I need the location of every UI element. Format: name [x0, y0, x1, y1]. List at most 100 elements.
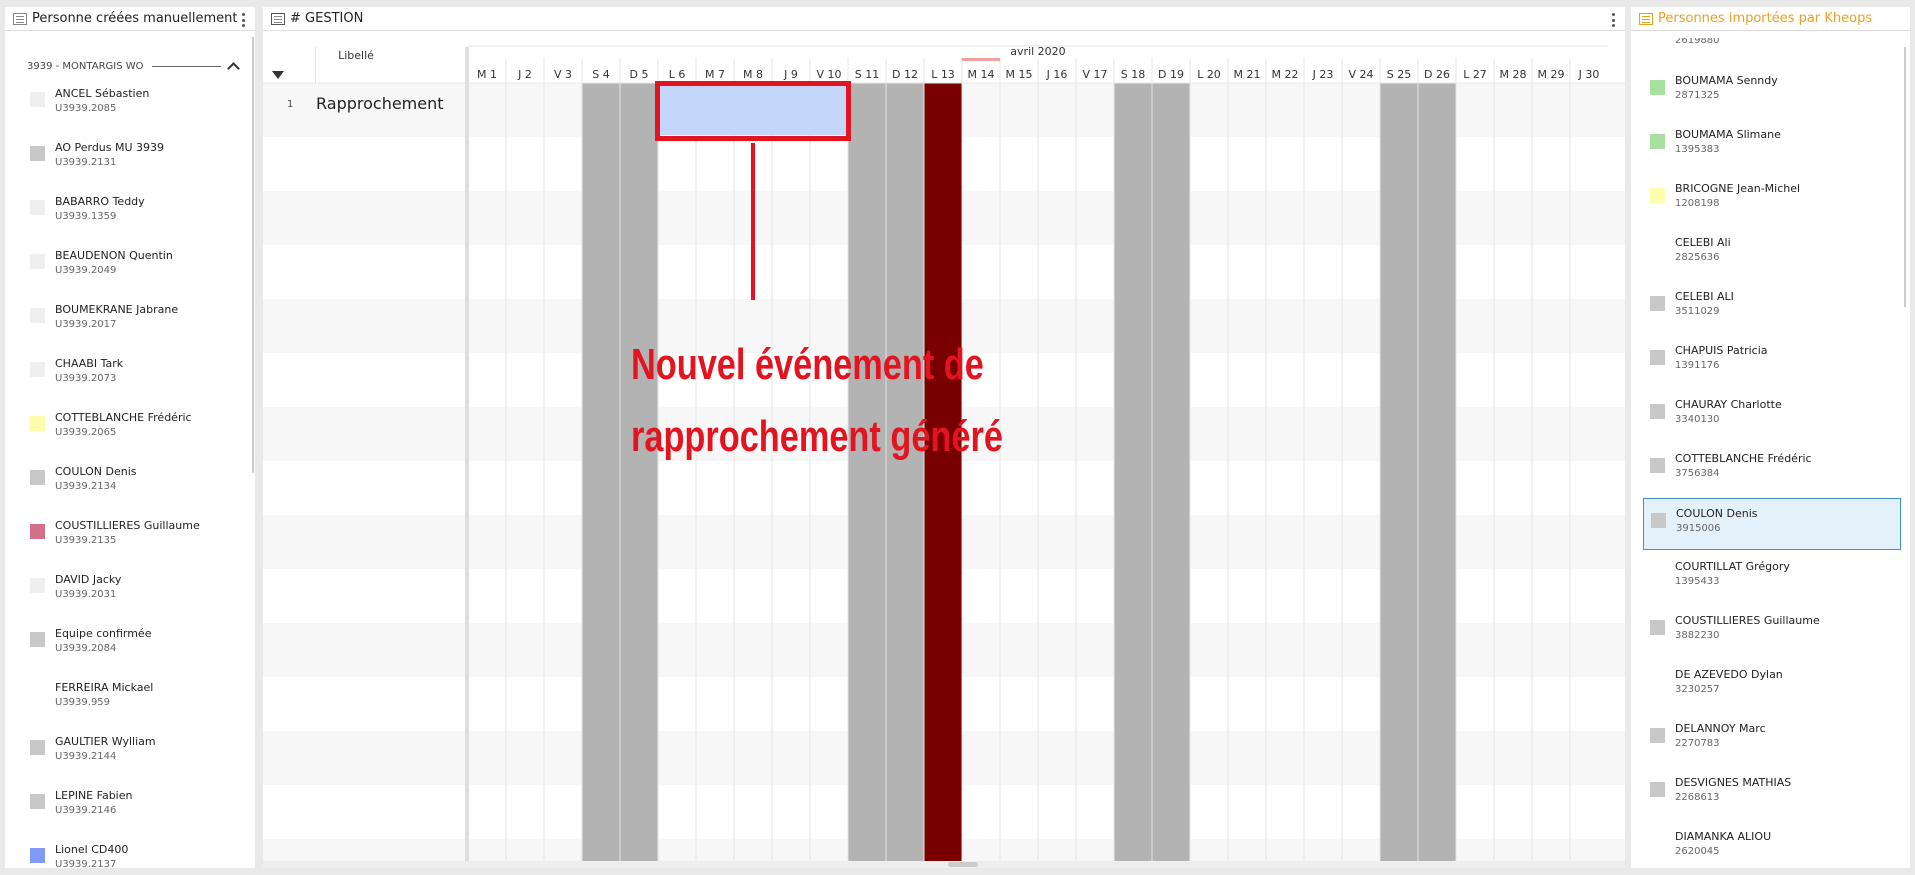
list-item[interactable]: COURTILLAT Grégory 1395433 [1643, 552, 1901, 604]
color-swatch [30, 794, 45, 809]
group-header[interactable]: 3939 - MONTARGIS WO [27, 59, 242, 75]
list-item[interactable]: FERREIRA Mickael U3939.959 [25, 675, 245, 715]
color-swatch [30, 200, 45, 215]
weekend-column [620, 83, 658, 868]
person-name: GAULTIER Wylliam [55, 735, 156, 748]
libelle-column-header[interactable]: Libellé [316, 49, 396, 62]
list-item[interactable]: COUSTILLIERES Guillaume U3939.2135 [25, 513, 245, 553]
person-name: BOUMAMA Senndy [1675, 74, 1778, 87]
color-swatch [30, 416, 45, 431]
list-item[interactable]: DESVIGNES MATHIAS 2268613 [1643, 768, 1901, 820]
row-label-rapprochement[interactable]: Rapprochement [316, 94, 444, 113]
person-name: COUSTILLIERES Guillaume [1675, 614, 1820, 627]
annotation-line-2: rapprochement généré [631, 412, 1003, 461]
scrollbar-thumb[interactable] [948, 862, 978, 867]
person-code: U3939.959 [55, 697, 111, 708]
color-swatch [1650, 566, 1665, 581]
annotation-highlight-box [655, 81, 851, 141]
day-header-7: M 7 [705, 68, 725, 81]
color-swatch [1650, 620, 1665, 635]
color-swatch [30, 578, 45, 593]
list-item[interactable]: BABARRO Teddy U3939.1359 [25, 189, 245, 229]
person-code: U3939.2131 [55, 157, 117, 168]
list-item[interactable]: CHAABI Tark U3939.2073 [25, 351, 245, 391]
day-header-15: M 15 [1006, 68, 1033, 81]
person-code: 1395433 [1675, 576, 1720, 587]
list-item[interactable]: BRICOGNE Jean-Michel 1208198 [1643, 174, 1901, 226]
person-code: U3939.2017 [55, 319, 117, 330]
person-code: 3340130 [1675, 414, 1720, 425]
list-item[interactable]: BOUMAMA Senndy 2871325 [1643, 66, 1901, 118]
person-code: U3939.2137 [55, 859, 117, 870]
person-name: LEPINE Fabien [55, 789, 133, 802]
person-code: U3939.2065 [55, 427, 117, 438]
manual-people-header: Personne créées manuellement [5, 7, 255, 31]
list-item[interactable]: CHAPUIS Patricia 1391176 [1643, 336, 1901, 388]
list-item[interactable]: AO Perdus MU 3939 U3939.2131 [25, 135, 245, 175]
color-swatch [30, 632, 45, 647]
person-code: U3939.2085 [55, 103, 117, 114]
right-scrollbar[interactable] [1904, 47, 1906, 307]
row-number: 1 [287, 99, 294, 110]
list-icon [13, 12, 27, 25]
person-code: 1208198 [1675, 198, 1720, 209]
manual-people-panel: Personne créées manuellement 3939 - MONT… [5, 7, 255, 870]
weekend-column [1152, 83, 1190, 868]
list-item[interactable]: Equipe confirmée U3939.2084 [25, 621, 245, 661]
color-swatch [1650, 404, 1665, 419]
person-name: DESVIGNES MATHIAS [1675, 776, 1792, 789]
color-swatch [30, 740, 45, 755]
left-scrollbar[interactable] [252, 37, 254, 473]
manual-people-title: Personne créées manuellement [32, 11, 237, 26]
list-item[interactable]: COTTEBLANCHE Frédéric 3756384 [1643, 444, 1901, 496]
color-swatch [30, 362, 45, 377]
list-item[interactable]: LEPINE Fabien U3939.2146 [25, 783, 245, 823]
list-item[interactable]: DELANNOY Marc 2270783 [1643, 714, 1901, 766]
more-options-icon[interactable] [242, 13, 246, 27]
day-header-16: J 16 [1046, 68, 1068, 81]
weekend-column [886, 83, 924, 868]
gestion-panel: # GESTION avril 2020 M 1 J 2 V 3 S 4 D 5 L 6 M … [263, 7, 1625, 868]
list-item[interactable]: DAVID Jacky U3939.2031 [25, 567, 245, 607]
person-name: COULON Denis [55, 465, 137, 478]
list-item[interactable]: GAULTIER Wylliam U3939.2144 [25, 729, 245, 769]
list-item[interactable]: COTTEBLANCHE Frédéric U3939.2065 [25, 405, 245, 445]
list-item[interactable]: COULON Denis U3939.2134 [25, 459, 245, 499]
person-name: CELEBI ALI [1675, 290, 1734, 303]
list-item[interactable]: ANCEL Sébastien U3939.2085 [25, 81, 245, 121]
day-header-11: S 11 [855, 68, 879, 81]
more-options-icon[interactable] [1612, 13, 1616, 27]
person-code: 2268613 [1675, 792, 1720, 803]
day-header-21: M 21 [1234, 68, 1261, 81]
list-item[interactable]: BOUMEKRANE Jabrane U3939.2017 [25, 297, 245, 337]
list-item[interactable]: DIAMANKA ALIOU 2620045 [1643, 822, 1901, 874]
person-name: COURTILLAT Grégory [1675, 560, 1790, 573]
partial-code: 2619880 [1675, 38, 1720, 46]
filter-icon[interactable] [272, 71, 284, 79]
day-header-12: D 12 [892, 68, 918, 81]
planning-icon [271, 12, 285, 25]
day-header-14: M 14 [968, 68, 995, 81]
horizontal-scrollbar[interactable] [263, 861, 1625, 868]
list-item[interactable]: COUSTILLIERES Guillaume 3882230 [1643, 606, 1901, 658]
person-code: 3230257 [1675, 684, 1720, 695]
list-item[interactable]: DE AZEVEDO Dylan 3230257 [1643, 660, 1901, 712]
chevron-up-icon[interactable] [227, 62, 240, 75]
frozen-columns-border [465, 47, 469, 868]
person-name: CHAABI Tark [55, 357, 124, 370]
day-header-23: J 23 [1312, 68, 1334, 81]
list-item[interactable]: CHAURAY Charlotte 3340130 [1643, 390, 1901, 442]
list-item[interactable]: BOUMAMA Slimane 1395383 [1643, 120, 1901, 172]
day-header-18: S 18 [1121, 68, 1145, 81]
day-header-4: S 4 [592, 68, 609, 81]
list-item[interactable]: BEAUDENON Quentin U3939.2049 [25, 243, 245, 283]
person-name: DELANNOY Marc [1675, 722, 1766, 735]
list-item[interactable]: CELEBI ALI 3511029 [1643, 282, 1901, 334]
person-name: COUSTILLIERES Guillaume [55, 519, 200, 532]
list-item[interactable]: Lionel CD400 U3939.2137 [25, 837, 245, 875]
list-item[interactable]: CELEBI Ali 2825636 [1643, 228, 1901, 280]
day-header-9: J 9 [783, 68, 798, 81]
weekend-column [582, 83, 620, 868]
day-header-10: V 10 [816, 68, 841, 81]
list-item-selected[interactable]: COULON Denis 3915006 [1643, 498, 1901, 550]
